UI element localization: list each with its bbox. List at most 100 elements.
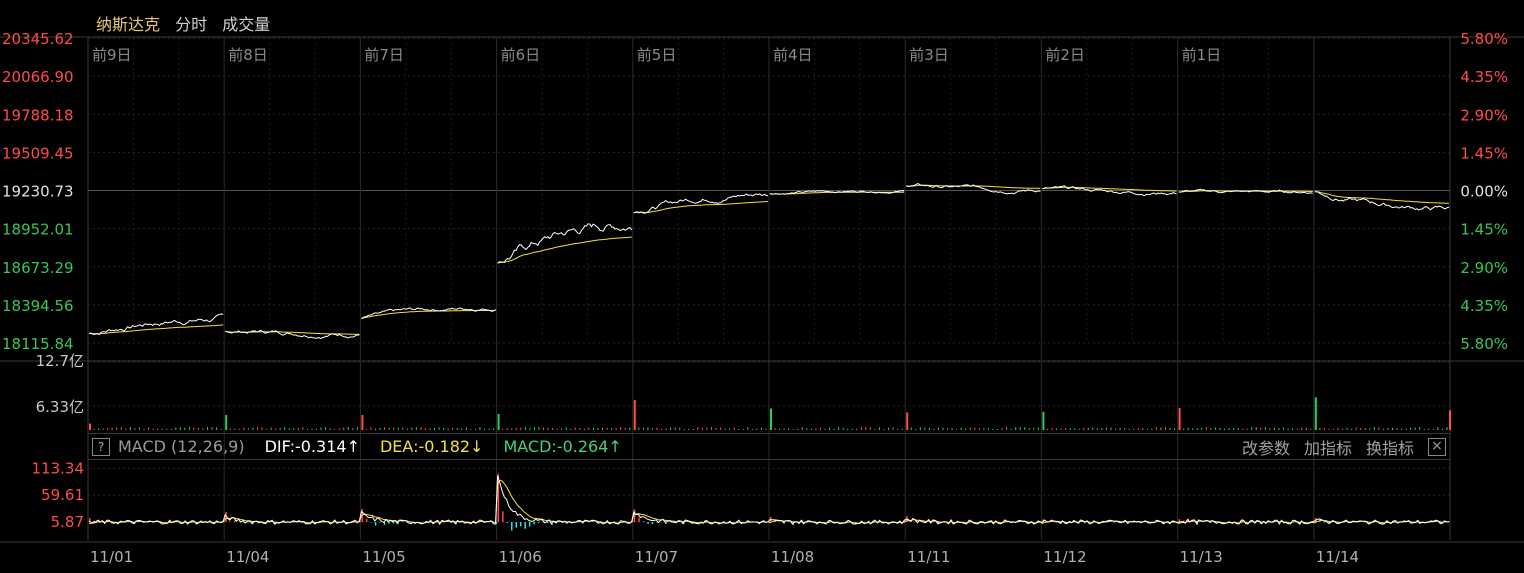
volume-bar bbox=[956, 428, 958, 430]
volume-bar bbox=[556, 428, 558, 430]
volume-bar bbox=[1105, 427, 1107, 430]
volume-bar bbox=[543, 427, 544, 430]
volume-bar bbox=[747, 427, 749, 430]
macd-name[interactable]: MACD (12,26,9) bbox=[118, 437, 245, 456]
volume-bar bbox=[138, 427, 140, 430]
volume-bar bbox=[1183, 428, 1185, 430]
volume-bar bbox=[202, 428, 204, 430]
volume-bar bbox=[1242, 428, 1244, 430]
volume-bar bbox=[134, 428, 136, 430]
volume-bar bbox=[325, 427, 327, 430]
volume-bar bbox=[98, 428, 100, 430]
volume-bar bbox=[1210, 427, 1212, 430]
volume-bar bbox=[1305, 427, 1307, 430]
volume-bar bbox=[992, 428, 994, 430]
macd-histogram-bar bbox=[524, 522, 526, 529]
volume-bar bbox=[833, 428, 835, 430]
volume-bar bbox=[960, 427, 962, 430]
percent-axis-label: 2.90% bbox=[1460, 106, 1508, 124]
volume-bar bbox=[1346, 427, 1348, 430]
volume-bar bbox=[965, 428, 967, 430]
volume-bar bbox=[933, 428, 935, 430]
volume-bar bbox=[1196, 428, 1198, 430]
volume-bar bbox=[1301, 427, 1303, 430]
macd-histogram-bar bbox=[533, 522, 535, 525]
volume-bar bbox=[538, 427, 540, 430]
volume-bar bbox=[470, 428, 472, 430]
volume-bar bbox=[969, 427, 971, 430]
day-label: 前1日 bbox=[1182, 46, 1222, 64]
volume-bar bbox=[279, 427, 281, 430]
volume-bar bbox=[1405, 428, 1407, 430]
date-label: 11/04 bbox=[226, 548, 269, 566]
avg-price-line bbox=[497, 236, 632, 264]
volume-bar bbox=[1414, 427, 1416, 430]
volume-bar bbox=[515, 427, 517, 430]
volume-bar bbox=[779, 428, 781, 430]
volume-bar bbox=[270, 427, 272, 430]
volume-bar bbox=[1205, 427, 1207, 430]
volume-bar bbox=[615, 428, 617, 430]
macd-histogram-bar bbox=[1205, 521, 1207, 523]
volume-bar bbox=[493, 428, 495, 430]
volume-bar bbox=[1292, 428, 1294, 430]
volume-bar bbox=[638, 427, 640, 430]
volume-bar bbox=[220, 428, 222, 430]
volume-bar bbox=[760, 427, 762, 430]
volume-bar bbox=[266, 428, 268, 430]
macd-histogram-bar bbox=[642, 521, 645, 523]
volume-bar bbox=[225, 415, 228, 430]
volume-bar bbox=[1382, 428, 1384, 430]
volume-bar bbox=[1260, 427, 1262, 430]
volume-bar bbox=[529, 427, 531, 430]
volume-bar bbox=[497, 413, 500, 430]
volume-bar bbox=[906, 412, 909, 430]
volume-bar bbox=[120, 427, 122, 430]
volume-bar bbox=[461, 428, 463, 430]
volume-bar bbox=[479, 427, 481, 430]
volume-bar bbox=[547, 427, 549, 430]
volume-bar bbox=[1078, 428, 1080, 430]
volume-bar bbox=[107, 428, 109, 430]
volume-bar bbox=[1015, 427, 1017, 430]
volume-bar bbox=[1410, 427, 1412, 430]
volume-bar bbox=[1119, 428, 1121, 430]
date-label: 11/08 bbox=[771, 548, 814, 566]
volume-bar bbox=[1441, 428, 1443, 430]
chart-canvas: 20345.62 5.80% 20066.90 4.35% 19788.18 2.90% 1… bbox=[0, 30, 1524, 566]
help-icon[interactable]: ? bbox=[92, 437, 110, 456]
date-label: 11/05 bbox=[362, 548, 405, 566]
volume-bar bbox=[561, 428, 563, 430]
volume-bar bbox=[620, 427, 622, 430]
add-indicator-button[interactable]: 加指标 bbox=[1304, 435, 1352, 459]
price-axis-label: 18394.56 bbox=[2, 297, 74, 315]
volume-bar bbox=[1101, 428, 1103, 430]
volume-bar bbox=[692, 428, 694, 430]
volume-bar bbox=[179, 427, 181, 430]
change-params-button[interactable]: 改参数 bbox=[1242, 435, 1290, 459]
volume-bar bbox=[511, 428, 513, 430]
close-icon[interactable]: × bbox=[1428, 437, 1446, 456]
percent-axis-label: 1.45% bbox=[1460, 144, 1508, 162]
volume-bar bbox=[275, 428, 277, 430]
macd-histogram-bar bbox=[778, 521, 781, 523]
switch-indicator-button[interactable]: 换指标 bbox=[1366, 435, 1414, 459]
macd-axis-label: 113.34 bbox=[32, 459, 85, 477]
volume-bar bbox=[89, 423, 91, 430]
macd-histogram-bar bbox=[229, 521, 232, 523]
macd-histogram-bar bbox=[379, 522, 381, 523]
volume-bar bbox=[520, 427, 522, 430]
volume-bar bbox=[143, 428, 145, 430]
volume-bar bbox=[465, 427, 467, 430]
date-label: 11/07 bbox=[635, 548, 678, 566]
volume-bar bbox=[311, 428, 313, 430]
volume-bar bbox=[256, 427, 258, 430]
volume-bar bbox=[443, 428, 445, 430]
volume-bar bbox=[452, 427, 454, 430]
volume-bar bbox=[125, 428, 127, 430]
percent-axis-label: 5.80% bbox=[1460, 335, 1508, 353]
volume-bar bbox=[1287, 428, 1289, 430]
volume-bar bbox=[456, 427, 458, 430]
day-label: 前3日 bbox=[909, 46, 949, 64]
macd-histogram-bar bbox=[506, 522, 509, 523]
